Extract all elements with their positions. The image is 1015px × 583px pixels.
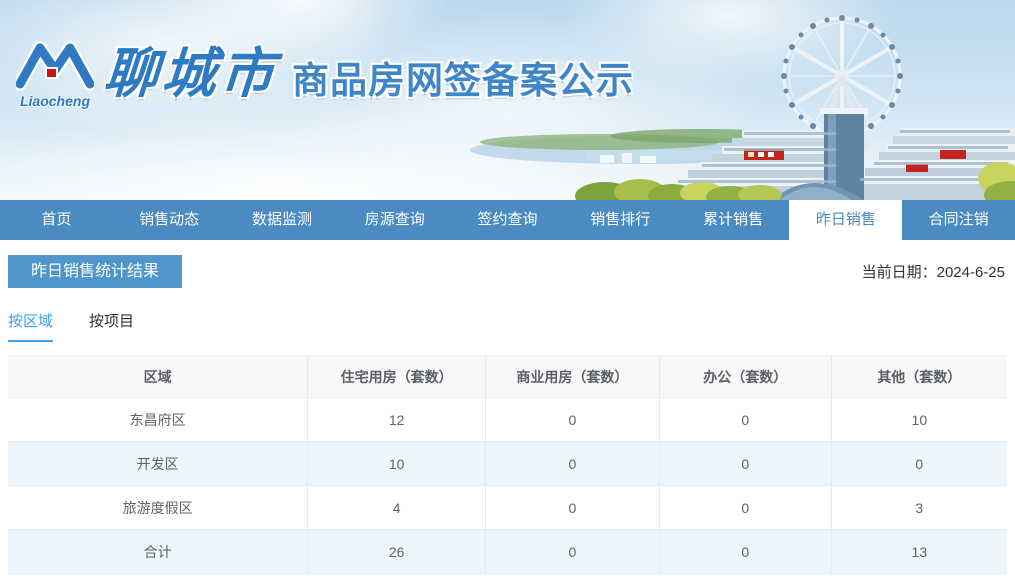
site-header: Liaocheng 聊城市 商品房网签备案公示 <box>0 0 1015 200</box>
cell-region: 旅游度假区 <box>8 485 309 530</box>
cell-residential: 10 <box>307 441 487 486</box>
page-head-row: 昨日销售统计结果 当前日期：2024-6-25 <box>8 255 1007 288</box>
current-date-value: 2024-6-25 <box>936 264 1005 281</box>
cell-residential: 12 <box>307 397 487 442</box>
tab-by-project[interactable]: 按项目 <box>89 310 134 342</box>
table-row-total: 合计 26 0 0 13 <box>8 529 1007 574</box>
logo-script-text: Liaocheng <box>19 93 90 109</box>
table-row-dongchangfu: 东昌府区 12 0 0 10 <box>8 397 1007 442</box>
view-tabs: 按区域 按项目 <box>8 310 1007 342</box>
nav-cumulative-sales[interactable]: 累计销售 <box>677 200 790 240</box>
cell-other: 13 <box>831 529 1007 574</box>
cell-office: 0 <box>659 441 832 486</box>
brand: Liaocheng 聊城市 商品房网签备案公示 <box>13 38 634 109</box>
cell-other: 10 <box>831 397 1007 442</box>
cell-residential: 4 <box>307 485 487 530</box>
cell-commercial: 0 <box>485 485 660 530</box>
cell-region: 开发区 <box>8 441 309 486</box>
cell-region: 东昌府区 <box>8 397 309 442</box>
tab-by-region[interactable]: 按区域 <box>8 310 54 342</box>
cell-residential: 26 <box>307 529 487 574</box>
cell-office: 0 <box>659 529 832 574</box>
nav-home[interactable]: 首页 <box>0 200 113 240</box>
col-region: 区域 <box>8 355 309 398</box>
cell-office: 0 <box>659 485 832 530</box>
sales-statistics-table: 区域 住宅用房（套数） 商业用房（套数） 办公（套数） 其他（套数） 东昌府区 … <box>8 355 1007 574</box>
nav-data-monitor[interactable]: 数据监测 <box>226 200 339 240</box>
col-office-units: 办公（套数） <box>659 355 832 398</box>
main-content: 昨日销售统计结果 当前日期：2024-6-25 按区域 按项目 区域 住宅用房（… <box>0 255 1015 574</box>
cell-office: 0 <box>659 397 832 442</box>
table-header-row: 区域 住宅用房（套数） 商业用房（套数） 办公（套数） 其他（套数） <box>8 355 1007 398</box>
cell-other: 0 <box>831 441 1007 486</box>
main-nav: 首页 销售动态 数据监测 房源查询 签约查询 销售排行 累计销售 昨日销售 合同… <box>0 200 1015 240</box>
current-date-label: 当前日期： <box>861 264 937 281</box>
nav-contract-cancellation[interactable]: 合同注销 <box>902 200 1015 240</box>
nav-signing-query[interactable]: 签约查询 <box>451 200 564 240</box>
col-residential-units: 住宅用房（套数） <box>307 355 487 398</box>
section-title-banner: 昨日销售统计结果 <box>8 255 183 288</box>
cell-commercial: 0 <box>485 529 660 574</box>
nav-yesterday-sales[interactable]: 昨日销售 <box>789 200 903 240</box>
cell-commercial: 0 <box>485 441 660 486</box>
col-commercial-units: 商业用房（套数） <box>485 355 660 398</box>
nav-listing-query[interactable]: 房源查询 <box>338 200 451 240</box>
cell-commercial: 0 <box>485 397 660 442</box>
nav-sales-trends[interactable]: 销售动态 <box>113 200 226 240</box>
site-logo: Liaocheng <box>13 38 97 109</box>
nav-sales-ranking[interactable]: 销售排行 <box>564 200 677 240</box>
cell-region: 合计 <box>8 529 309 574</box>
table-row-kaifaqu: 开发区 10 0 0 0 <box>8 441 1007 486</box>
cell-other: 3 <box>831 485 1007 530</box>
city-name: 聊城市 <box>101 43 281 104</box>
table-row-lvyoudujiaqu: 旅游度假区 4 0 0 3 <box>8 485 1007 530</box>
mountain-m-logo-icon <box>13 41 97 91</box>
current-date: 当前日期：2024-6-25 <box>862 261 1005 282</box>
site-title: 商品房网签备案公示 <box>292 60 634 101</box>
col-other-units: 其他（套数） <box>831 355 1007 398</box>
